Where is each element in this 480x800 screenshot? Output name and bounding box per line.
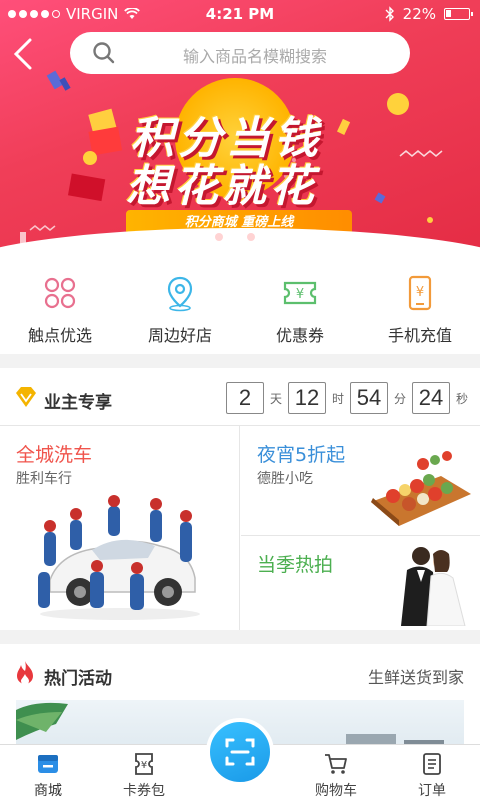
category-item-nearby[interactable]: 周边好店: [120, 262, 240, 354]
countdown-unit: 时: [331, 391, 344, 406]
cart-icon: [325, 754, 347, 774]
coupon-icon: ¥: [283, 281, 317, 305]
svg-text:¥: ¥: [296, 287, 304, 302]
category-label: 触点优选: [27, 326, 92, 345]
scan-icon: [225, 738, 255, 766]
pager-dot: [247, 233, 255, 241]
location-pin-icon: [167, 276, 193, 312]
battery-percent: 22%: [402, 5, 436, 23]
diamond-icon: [16, 387, 36, 407]
bluetooth-icon: [385, 6, 394, 22]
category-item-chudian[interactable]: 触点优选: [0, 262, 120, 354]
countdown-hours: 12: [287, 382, 326, 414]
category-item-recharge[interactable]: ¥ 手机充值: [360, 262, 480, 354]
tab-label: 卡券包: [123, 783, 165, 799]
countdown-days: 2: [225, 382, 264, 414]
order-icon: [423, 753, 441, 775]
owner-exclusive-section: 业主专享 2 天 12 时 54 分 24 秒 全城洗车 胜利车行 夜宵5折起 …: [0, 368, 480, 630]
tab-label: 商城: [34, 783, 62, 799]
category-label: 优惠券: [275, 326, 324, 345]
tab-card-voucher[interactable]: ¥ 卡券包: [96, 745, 192, 800]
deal-card-carwash[interactable]: 全城洗车 胜利车行: [0, 426, 240, 630]
skewer-food-illustration: [371, 451, 471, 526]
tab-orders[interactable]: 订单: [384, 745, 480, 800]
mall-icon: [38, 755, 58, 773]
deal-card-night-snack[interactable]: 夜宵5折起 德胜小吃: [241, 426, 480, 536]
category-label: 手机充值: [387, 326, 452, 345]
section-header: 业主专享 2 天 12 时 54 分 24 秒: [0, 368, 480, 426]
tab-label: 购物车: [315, 783, 357, 799]
category-item-coupon[interactable]: ¥ 优惠券: [240, 262, 360, 354]
banner-pager: [215, 233, 255, 241]
section-title: 业主专享: [44, 393, 112, 413]
tab-label: 订单: [418, 783, 446, 799]
deal-title: 夜宵5折起: [257, 444, 346, 466]
phone-recharge-icon: ¥: [408, 275, 432, 311]
clover-icon: [44, 277, 76, 309]
flame-icon: [17, 661, 33, 685]
countdown-minutes: 54: [349, 382, 388, 414]
battery-icon: [444, 8, 473, 20]
tab-cart[interactable]: 购物车: [288, 745, 384, 800]
deal-title: 当季热拍: [257, 554, 334, 576]
deal-card-seasonal-photo[interactable]: 当季热拍: [241, 536, 480, 630]
tab-mall[interactable]: 商城: [0, 745, 96, 800]
countdown-timer: 2 天 12 时 54 分 24 秒: [225, 382, 468, 414]
promo-banner[interactable]: VIRGIN 4:21 PM 22% 输入商品名模糊搜索 积分当钱 想花就花 积…: [0, 0, 480, 262]
svg-text:¥: ¥: [141, 760, 147, 771]
section-title: 热门活动: [44, 669, 112, 689]
banner-headline-2: 想花就花: [126, 161, 318, 212]
carwash-illustration: [38, 495, 200, 620]
pager-dot: [215, 233, 223, 241]
countdown-seconds: 24: [411, 382, 450, 414]
deal-subtitle: 胜利车行: [16, 471, 72, 487]
category-label: 周边好店: [147, 326, 212, 345]
deal-title: 全城洗车: [16, 444, 93, 466]
pager-dot-active: [231, 233, 239, 241]
countdown-unit: 分: [393, 391, 406, 406]
wedding-couple-illustration: [401, 547, 466, 626]
card-voucher-icon: ¥: [135, 753, 153, 775]
fresh-delivery-link[interactable]: 生鲜送货到家: [368, 664, 464, 688]
status-bar: VIRGIN 4:21 PM 22%: [0, 0, 480, 28]
deal-subtitle: 德胜小吃: [257, 471, 313, 487]
scan-button[interactable]: [206, 718, 274, 786]
countdown-unit: 天: [269, 391, 282, 406]
countdown-unit: 秒: [455, 391, 468, 406]
svg-text:¥: ¥: [416, 285, 424, 300]
category-row: 触点优选 周边好店 ¥ 优惠券 ¥ 手机充值: [0, 262, 480, 354]
